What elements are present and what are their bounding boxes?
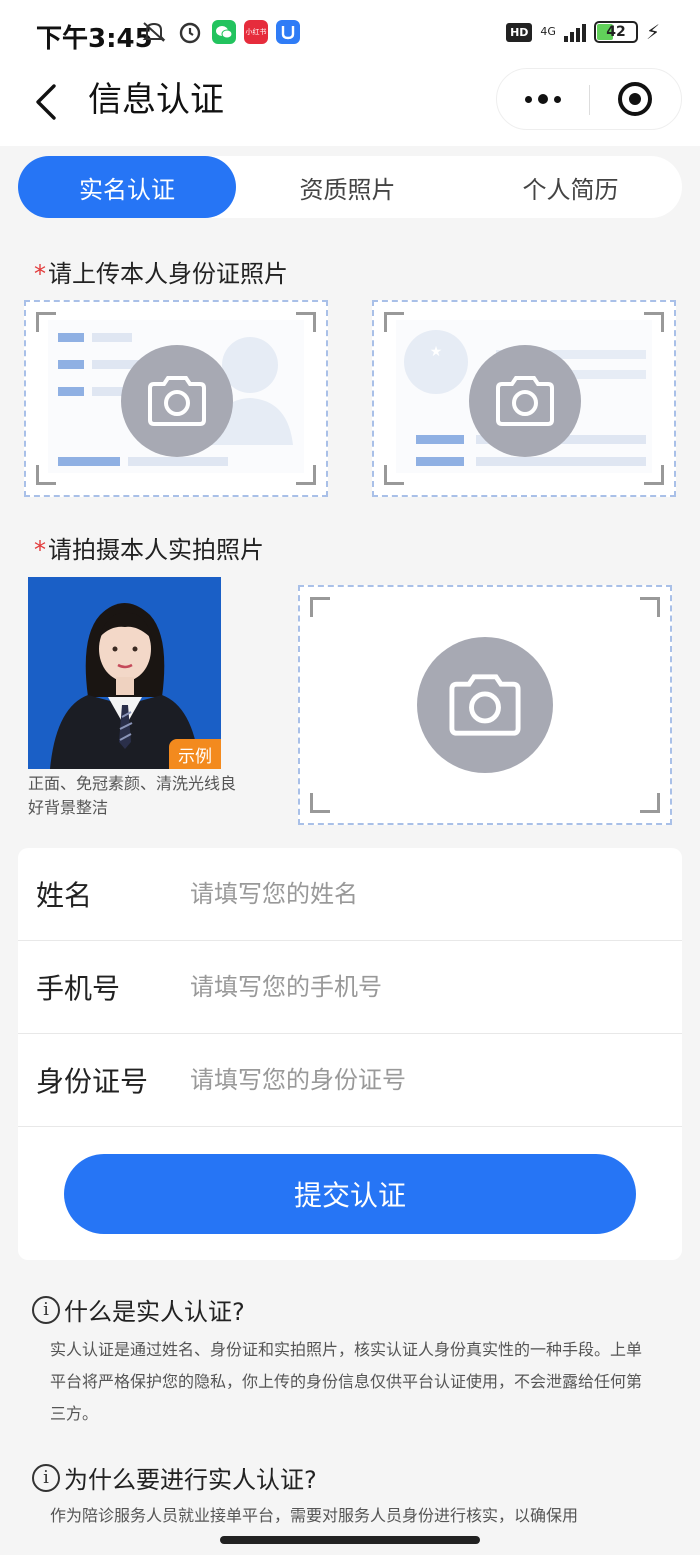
svg-text:★: ★ — [430, 344, 443, 360]
phone-row: 手机号 — [18, 941, 682, 1034]
mute-icon — [140, 20, 168, 44]
tab-realname[interactable]: 实名认证 — [18, 156, 236, 218]
signal-icon — [563, 22, 586, 42]
faq-title-what: i 什么是实人认证? — [32, 1292, 245, 1327]
faq-title-text: 什么是实人认证? — [64, 1298, 245, 1326]
phone-field[interactable] — [190, 957, 660, 1017]
id-number-row: 身份证号 — [18, 1034, 682, 1127]
tab-qualification[interactable]: 资质照片 — [236, 156, 459, 218]
wechat-icon — [212, 20, 236, 44]
faq-title-why: i 为什么要进行实人认证? — [32, 1460, 317, 1495]
required-mark: * — [34, 536, 46, 564]
faq-body-what: 实人认证是通过姓名、身份证和实拍照片，核实认证人身份真实性的一种手段。上单平台将… — [50, 1340, 643, 1423]
hd-badge: HD — [506, 22, 533, 42]
example-tag: 示例 — [169, 739, 221, 769]
xiaohongshu-icon: 小红书 — [244, 20, 268, 44]
required-mark: * — [34, 260, 46, 288]
id-section-text: 请上传本人身份证照片 — [48, 260, 288, 288]
selfie-upload[interactable] — [298, 585, 672, 825]
name-label: 姓名 — [36, 879, 93, 912]
chevron-left-icon[interactable] — [28, 80, 64, 124]
info-icon: i — [32, 1463, 60, 1492]
name-field[interactable] — [190, 864, 660, 924]
mini-program-capsule — [496, 68, 682, 130]
example-portrait-image: 示例 — [28, 577, 221, 769]
example-note: 正面、免冠素颜、清洗光线良好背景整洁 — [28, 774, 237, 817]
target-circle-icon[interactable] — [589, 69, 681, 129]
page-title: 信息认证 — [88, 80, 224, 120]
alarm-icon — [176, 20, 204, 44]
status-icons-left: 小红书 — [140, 20, 300, 44]
more-dots-icon[interactable] — [497, 69, 589, 129]
charging-icon: ⚡ — [645, 20, 660, 44]
status-icons-right: HD 4G 42 ⚡ — [506, 20, 660, 44]
photo-section-text: 请拍摄本人实拍照片 — [48, 536, 264, 564]
info-icon: i — [32, 1295, 60, 1324]
id-front-upload[interactable] — [24, 300, 328, 497]
id-back-upload[interactable]: ★ — [372, 300, 676, 497]
photo-section-label: *请拍摄本人实拍照片 — [34, 530, 264, 565]
id-number-label: 身份证号 — [36, 1065, 149, 1098]
id-section-label: *请上传本人身份证照片 — [34, 254, 288, 289]
submit-button[interactable]: 提交认证 — [64, 1154, 636, 1234]
tab-resume[interactable]: 个人简历 — [459, 156, 682, 218]
status-bar: 下午3:45 小红书 HD 4G 42 ⚡ — [0, 0, 700, 66]
network-label: 4G — [540, 25, 556, 38]
camera-icon — [417, 637, 553, 773]
form-card: 姓名 手机号 身份证号 提交认证 — [18, 848, 682, 1260]
tab-bar: 实名认证 资质照片 个人简历 — [18, 156, 682, 218]
id-number-field[interactable] — [190, 1050, 660, 1110]
name-row: 姓名 — [18, 848, 682, 941]
app-blue-icon — [276, 20, 300, 44]
home-indicator[interactable] — [220, 1536, 480, 1544]
battery-icon: 42 — [593, 21, 638, 43]
phone-label: 手机号 — [36, 972, 121, 1005]
faq-title-text: 为什么要进行实人认证? — [64, 1466, 317, 1494]
battery-level: 42 — [606, 24, 626, 40]
camera-icon — [469, 345, 581, 457]
camera-icon — [121, 345, 233, 457]
nav-bar: 信息认证 — [0, 66, 700, 146]
status-time: 下午3:45 — [36, 24, 153, 54]
faq-body-why: 作为陪诊服务人员就业接单平台，需要对服务人员身份进行核实，以确保用 — [50, 1506, 579, 1525]
